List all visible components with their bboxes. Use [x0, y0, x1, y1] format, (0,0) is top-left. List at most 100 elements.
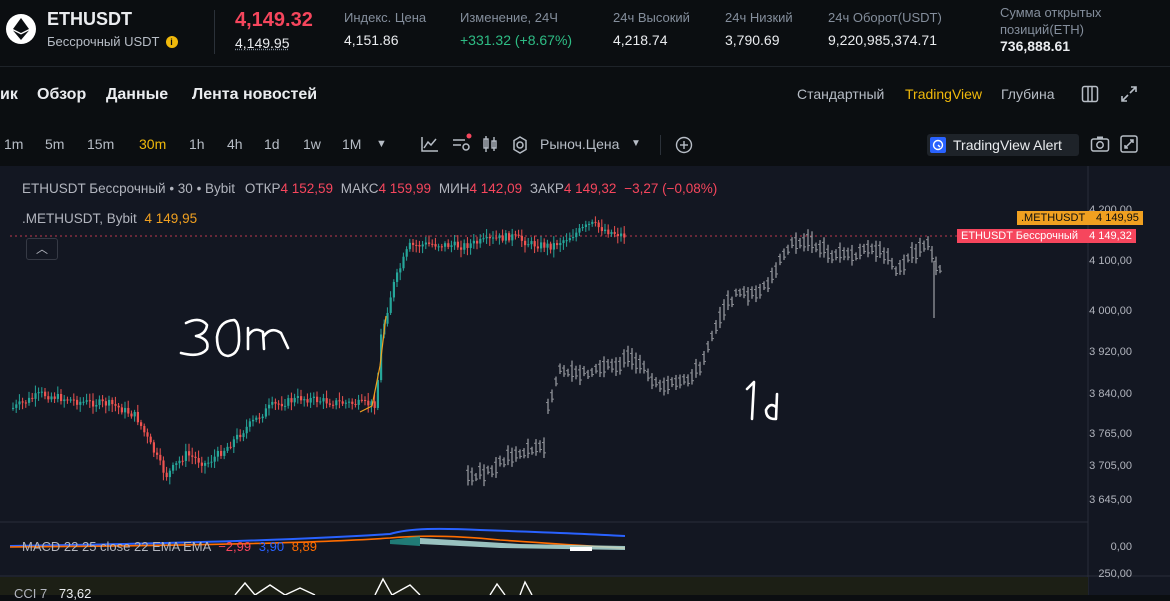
- candle-body-30m: [229, 446, 232, 448]
- line-chart-icon[interactable]: [421, 136, 439, 155]
- candle-body-30m: [60, 393, 63, 402]
- view-standard[interactable]: Стандартный: [797, 86, 884, 102]
- tab-overview[interactable]: Обзор: [37, 86, 86, 104]
- candle-body-30m: [405, 249, 408, 257]
- candle-body-30m: [482, 238, 485, 240]
- candle-body-30m: [402, 256, 405, 269]
- cci-pane-bg: [0, 577, 1088, 595]
- candle-body-30m: [296, 396, 299, 398]
- layout-icon[interactable]: [1081, 85, 1099, 108]
- tab-news[interactable]: Лента новостей: [192, 86, 317, 104]
- candle-body-30m: [450, 245, 453, 247]
- candle-body-30m: [594, 221, 597, 223]
- timeframe-dropdown-icon[interactable]: ▼: [376, 138, 387, 150]
- price-type-select[interactable]: Рыноч.Цена: [540, 136, 619, 152]
- candle-body-30m: [47, 396, 50, 400]
- candle-body-30m: [319, 401, 322, 403]
- price-type-dropdown-icon[interactable]: ▼: [631, 138, 641, 149]
- price-axis-label: 4 000,00: [1089, 305, 1132, 317]
- candle-body-30m: [485, 236, 488, 239]
- candle-body-30m: [159, 454, 162, 461]
- camera-icon[interactable]: [1090, 135, 1110, 158]
- candle-body-30m: [325, 398, 328, 404]
- annotation-1d-drawing: [745, 380, 779, 421]
- candle-body-30m: [178, 460, 181, 464]
- candle-body-30m: [511, 234, 514, 241]
- candle-body-30m: [546, 243, 549, 248]
- candle-body-30m: [514, 234, 517, 236]
- candles-icon[interactable]: [482, 136, 498, 155]
- timeframe-15m[interactable]: 15m: [87, 136, 114, 152]
- candle-body-30m: [111, 399, 114, 405]
- candle-body-30m: [604, 229, 607, 232]
- candle-body-30m: [597, 222, 600, 228]
- indicators-icon[interactable]: [451, 133, 473, 156]
- candle-body-30m: [536, 246, 539, 249]
- candle-body-30m: [530, 241, 533, 245]
- candle-body-30m: [556, 243, 559, 246]
- candle-body-30m: [268, 404, 271, 409]
- price-axis-label: 3 645,00: [1089, 494, 1132, 506]
- ticker-header: ETHUSDT Бессрочный USDT i 4,149.32 4,149.…: [0, 0, 1170, 67]
- mark-price: 4,149.95: [235, 35, 290, 51]
- macd-histogram-area: [420, 538, 625, 550]
- chart-panel[interactable]: ETHUSDT Бессрочный • 30 • Bybit ОТКР4 15…: [0, 166, 1170, 601]
- candle-body-30m: [248, 421, 251, 427]
- candle-body-30m: [428, 242, 431, 244]
- tab-chart[interactable]: ик: [0, 86, 18, 104]
- timeframe-1w[interactable]: 1w: [303, 136, 321, 152]
- collapse-legend-icon[interactable]: ︿: [26, 238, 58, 260]
- candle-body-30m: [21, 401, 24, 403]
- fullscreen-icon[interactable]: [1120, 85, 1138, 108]
- mark-tag-value: 4 149,95: [1096, 212, 1139, 224]
- divider: [214, 10, 215, 54]
- candle-body-30m: [66, 399, 69, 401]
- stat-value: 4,151.86: [344, 32, 399, 48]
- timeframe-1d[interactable]: 1d: [264, 136, 280, 152]
- candle-body-30m: [303, 399, 306, 401]
- candle-body-30m: [309, 397, 312, 403]
- candle-body-30m: [578, 228, 581, 233]
- tradingview-alert-button[interactable]: TradingView Alert: [927, 134, 1079, 156]
- timeframe-5m[interactable]: 5m: [45, 136, 64, 152]
- candle-body-30m: [463, 243, 466, 250]
- candle-body-30m: [588, 223, 591, 225]
- candle-body-30m: [424, 242, 427, 245]
- timeframe-4h[interactable]: 4h: [227, 136, 243, 152]
- candle-body-30m: [146, 432, 149, 437]
- candle-body-30m: [101, 399, 104, 402]
- candle-body-30m: [255, 417, 258, 420]
- candle-body-30m: [562, 240, 565, 244]
- stat-value: 736,888.61: [1000, 38, 1071, 54]
- candle-body-30m: [239, 434, 242, 438]
- macd-zero-label: 0,00: [1110, 541, 1132, 553]
- macd-label: MACD 22 25 close 22 EMA EMA: [22, 539, 211, 554]
- candle-body-30m: [152, 442, 155, 453]
- candle-body-30m: [376, 380, 379, 408]
- alert-clock-icon: [930, 137, 946, 158]
- candle-body-30m: [252, 419, 255, 422]
- candle-body-30m: [351, 401, 354, 404]
- candle-body-30m: [79, 401, 82, 405]
- symbol-name[interactable]: ETHUSDT: [47, 9, 132, 30]
- candle-body-30m: [620, 233, 623, 237]
- view-tradingview[interactable]: TradingView: [905, 86, 982, 102]
- timeframe-1M[interactable]: 1M: [342, 136, 361, 152]
- add-indicator-icon[interactable]: [675, 136, 693, 157]
- info-icon[interactable]: i: [165, 36, 178, 48]
- candle-body-30m: [575, 232, 578, 238]
- price-axis-label: 4 100,00: [1089, 255, 1132, 267]
- timeframe-1m[interactable]: 1m: [4, 136, 23, 152]
- settings-gear-icon[interactable]: [511, 136, 529, 157]
- candle-body-30m: [92, 400, 95, 407]
- candle-body-30m: [498, 235, 501, 239]
- candle-body-30m: [168, 470, 171, 478]
- candle-body-30m: [24, 402, 27, 404]
- annotation-30m-drawing: [179, 318, 290, 358]
- tab-data[interactable]: Данные: [106, 86, 168, 104]
- view-depth[interactable]: Глубина: [1001, 86, 1054, 102]
- timeframe-30m[interactable]: 30m: [139, 136, 166, 152]
- expand-chart-icon[interactable]: [1120, 135, 1138, 158]
- timeframe-1h[interactable]: 1h: [189, 136, 205, 152]
- chart-legend-main: ETHUSDT Бессрочный • 30 • Bybit ОТКР4 15…: [22, 181, 717, 196]
